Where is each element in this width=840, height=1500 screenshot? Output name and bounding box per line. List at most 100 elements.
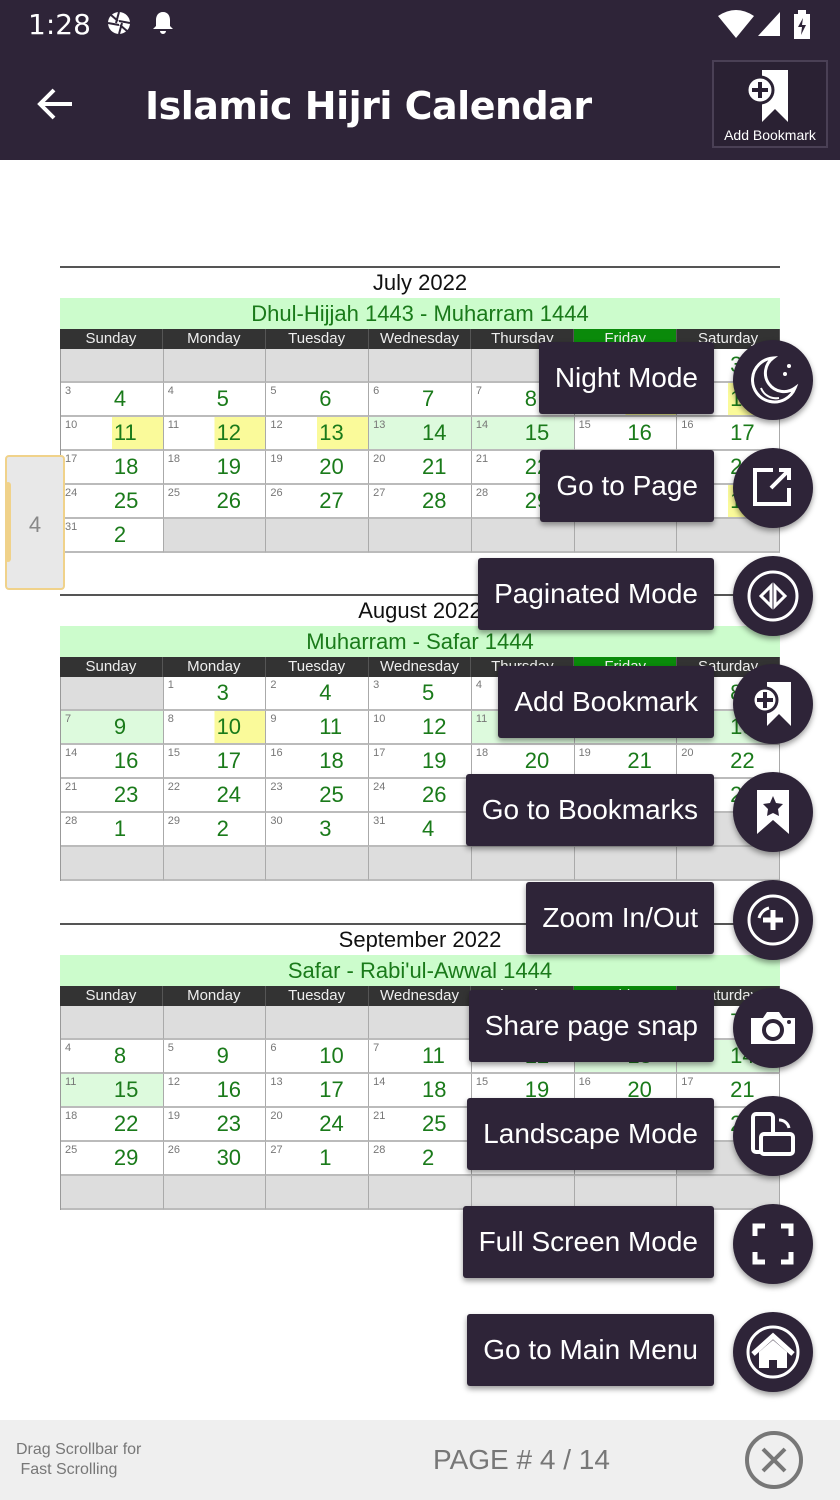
gregorian-date: 21 <box>373 1110 386 1122</box>
day-cell[interactable]: 8 10 <box>163 711 267 745</box>
day-cell[interactable]: 20 24 <box>266 1108 370 1142</box>
status-time: 1:28 <box>28 8 91 41</box>
day-cell[interactable]: 10 11 <box>61 417 164 451</box>
add-bookmark-button[interactable]: Add Bookmark <box>712 60 828 148</box>
fab-button-external-link[interactable] <box>733 448 813 528</box>
fab-label-fullscreen[interactable]: Full Screen Mode <box>462 1206 714 1278</box>
fab-label-bookmark-star[interactable]: Go to Bookmarks <box>465 774 714 846</box>
day-cell[interactable]: 20 21 <box>369 451 472 485</box>
day-cell[interactable]: 19 20 <box>266 451 370 485</box>
day-cell[interactable]: 15 17 <box>163 745 267 779</box>
back-button[interactable] <box>36 84 76 124</box>
fab-label-arrows-left-right[interactable]: Paginated Mode <box>478 558 714 630</box>
day-cell[interactable]: 9 11 <box>266 711 370 745</box>
day-cell[interactable]: 17 19 <box>369 745 472 779</box>
page-title: Islamic Hijri Calendar <box>145 84 592 128</box>
gregorian-date: 4 <box>475 679 482 691</box>
fab-button-screen-rotate[interactable] <box>733 1096 813 1176</box>
day-cell[interactable]: 14 18 <box>369 1074 472 1108</box>
day-cell[interactable]: 18 22 <box>61 1108 164 1142</box>
gregorian-date: 21 <box>65 781 78 793</box>
day-cell[interactable]: 12 13 <box>266 417 370 451</box>
day-cell[interactable]: 26 27 <box>266 485 370 519</box>
day-cell[interactable]: 29 2 <box>163 813 267 847</box>
fab-button-bookmark-add[interactable] <box>733 664 813 744</box>
fab-label-bookmark-add[interactable]: Add Bookmark <box>498 666 714 738</box>
day-cell[interactable]: 21 25 <box>369 1108 472 1142</box>
fab-button-home[interactable] <box>733 1312 813 1392</box>
day-cell[interactable]: 31 2 <box>61 519 164 553</box>
day-cell[interactable]: 23 25 <box>266 779 370 813</box>
fab-label-zoom-plus[interactable]: Zoom In/Out <box>526 882 714 954</box>
day-cell[interactable]: 26 30 <box>163 1142 267 1176</box>
fab-button-moon[interactable] <box>733 340 813 420</box>
fab-label-moon[interactable]: Night Mode <box>538 342 714 414</box>
day-cell[interactable]: 17 18 <box>61 451 164 485</box>
fab-label-camera[interactable]: Share page snap <box>468 990 714 1062</box>
day-cell[interactable]: 25 26 <box>163 485 267 519</box>
day-cell[interactable]: 30 3 <box>266 813 370 847</box>
day-cell[interactable]: 12 16 <box>163 1074 267 1108</box>
day-cell[interactable]: 16 17 <box>677 417 780 451</box>
day-cell[interactable]: 13 14 <box>369 417 472 451</box>
day-cell[interactable]: 13 <box>163 677 267 711</box>
empty-day-cell <box>369 847 472 881</box>
day-cell[interactable]: 11 12 <box>163 417 267 451</box>
weekday-wednesday: Wednesday <box>369 329 472 349</box>
hijri-date: 11 <box>113 420 137 445</box>
gregorian-date: 18 <box>65 1110 78 1122</box>
day-cell[interactable]: 18 19 <box>163 451 267 485</box>
fab-label-screen-rotate[interactable]: Landscape Mode <box>467 1098 714 1170</box>
fab-button-arrows-left-right[interactable] <box>733 556 813 636</box>
day-cell[interactable]: 27 1 <box>266 1142 370 1176</box>
fab-button-bookmark-star[interactable] <box>733 772 813 852</box>
day-cell[interactable]: 24 <box>266 677 370 711</box>
day-cell[interactable]: 13 17 <box>266 1074 370 1108</box>
hijri-date: 3 <box>319 816 332 841</box>
day-cell[interactable]: 24 26 <box>369 779 472 813</box>
day-cell[interactable]: 59 <box>163 1040 267 1074</box>
day-cell[interactable]: 67 <box>369 383 472 417</box>
day-cell[interactable]: 11 15 <box>61 1074 164 1108</box>
hijri-date: 16 <box>627 420 652 445</box>
day-cell[interactable]: 15 16 <box>574 417 678 451</box>
gregorian-date: 20 <box>270 1110 283 1122</box>
weekday-tuesday: Tuesday <box>266 329 369 349</box>
empty-day-cell <box>61 847 164 881</box>
fab-button-fullscreen[interactable] <box>733 1204 813 1284</box>
gregorian-date: 19 <box>578 747 591 759</box>
day-cell[interactable]: 6 10 <box>266 1040 370 1074</box>
day-cell[interactable]: 28 2 <box>369 1142 472 1176</box>
day-cell[interactable]: 31 4 <box>369 813 472 847</box>
day-cell[interactable]: 10 12 <box>369 711 472 745</box>
fab-label-external-link[interactable]: Go to Page <box>540 450 714 522</box>
day-cell[interactable]: 14 15 <box>471 417 575 451</box>
day-cell[interactable]: 21 23 <box>61 779 164 813</box>
hijri-date: 17 <box>319 1077 344 1102</box>
fab-label-home[interactable]: Go to Main Menu <box>467 1314 714 1386</box>
day-cell[interactable]: 7 11 <box>369 1040 472 1074</box>
day-cell[interactable]: 79 <box>61 711 164 745</box>
day-cell[interactable]: 56 <box>266 383 370 417</box>
fab-button-camera[interactable] <box>733 988 813 1068</box>
fab-button-zoom-plus[interactable] <box>733 880 813 960</box>
day-cell[interactable]: 28 1 <box>61 813 164 847</box>
day-cell[interactable]: 24 25 <box>61 485 164 519</box>
gregorian-date: 28 <box>373 1144 386 1156</box>
day-cell[interactable]: 34 <box>61 383 164 417</box>
empty-day-cell <box>163 1006 267 1040</box>
day-cell[interactable]: 35 <box>369 677 472 711</box>
day-cell[interactable]: 14 16 <box>61 745 164 779</box>
day-cell[interactable]: 48 <box>61 1040 164 1074</box>
fast-scrollbar-handle[interactable]: 4 <box>5 455 65 590</box>
close-icon[interactable] <box>744 1430 804 1490</box>
day-cell[interactable]: 25 29 <box>61 1142 164 1176</box>
day-cell[interactable]: 19 23 <box>163 1108 267 1142</box>
zoom-plus-icon <box>747 894 799 946</box>
empty-day-cell <box>163 1176 267 1210</box>
day-cell[interactable]: 45 <box>163 383 267 417</box>
day-cell[interactable]: 22 24 <box>163 779 267 813</box>
gregorian-date: 17 <box>373 747 386 759</box>
day-cell[interactable]: 16 18 <box>266 745 370 779</box>
day-cell[interactable]: 27 28 <box>369 485 472 519</box>
